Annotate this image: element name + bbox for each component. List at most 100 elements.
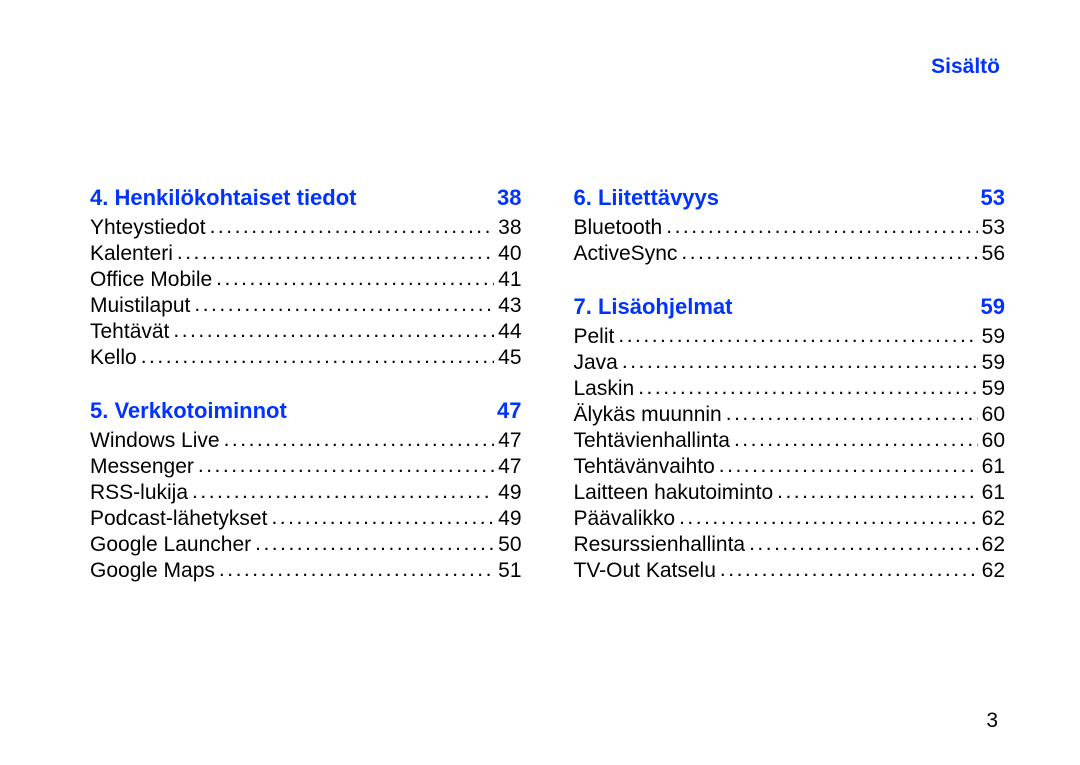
toc-section-page: 47 — [497, 398, 521, 424]
toc-leader-dots — [219, 559, 494, 580]
toc-entry[interactable]: RSS-lukija 49 — [90, 482, 522, 503]
toc-entry-page: 61 — [982, 482, 1005, 503]
toc-entry-page: 62 — [982, 534, 1005, 555]
toc-entry[interactable]: TV-Out Katselu 62 — [574, 560, 1006, 581]
toc-entry-page: 59 — [982, 378, 1005, 399]
toc-entry-page: 51 — [498, 560, 521, 581]
toc-entry-label: Älykäs muunnin — [574, 404, 722, 425]
toc-leader-dots — [622, 351, 978, 372]
toc-entry-page: 40 — [498, 243, 521, 264]
toc-section[interactable]: 7. Lisäohjelmat 59 — [574, 294, 1006, 320]
toc-leader-dots — [679, 507, 978, 528]
toc-entry-label: Google Launcher — [90, 534, 251, 555]
toc-section-page: 38 — [497, 185, 521, 211]
toc-entry[interactable]: Laskin59 — [574, 378, 1006, 399]
toc-leader-dots — [618, 325, 977, 346]
toc-entry[interactable]: Tehtävienhallinta 60 — [574, 430, 1006, 451]
toc-leader-dots — [192, 481, 494, 502]
toc-leader-dots — [726, 403, 978, 424]
toc-entry-page: 44 — [498, 321, 521, 342]
toc-entry-label: Bluetooth — [574, 217, 663, 238]
page-number: 3 — [986, 709, 998, 733]
toc-entry[interactable]: ActiveSync 56 — [574, 243, 1006, 264]
toc-entry-label: Tehtävät — [90, 321, 169, 342]
toc-entry[interactable]: Kalenteri 40 — [90, 243, 522, 264]
toc-entry-label: Resurssienhallinta — [574, 534, 746, 555]
toc-entry[interactable]: Päävalikko 62 — [574, 508, 1006, 529]
toc-section-page: 59 — [981, 294, 1005, 320]
toc-section-label: 7. Lisäohjelmat — [574, 294, 733, 320]
toc-entry[interactable]: Windows Live 47 — [90, 430, 522, 451]
toc-entry-page: 47 — [498, 456, 521, 477]
toc-entry[interactable]: Muistilaput43 — [90, 295, 522, 316]
toc-entry-page: 62 — [982, 508, 1005, 529]
toc-section-page: 53 — [981, 185, 1005, 211]
toc-entry-label: Kello — [90, 347, 137, 368]
running-head: Sisältö — [931, 55, 1000, 79]
toc-leader-dots — [666, 216, 977, 237]
toc-entry-page: 60 — [982, 430, 1005, 451]
toc-entry-label: Google Maps — [90, 560, 215, 581]
toc-entry-label: Laitteen hakutoiminto — [574, 482, 774, 503]
toc-entry-label: ActiveSync — [574, 243, 678, 264]
toc-leader-dots — [177, 242, 494, 263]
toc-leader-dots — [255, 533, 494, 554]
toc-entry[interactable]: Office Mobile 41 — [90, 269, 522, 290]
toc-entry[interactable]: Tehtävät 44 — [90, 321, 522, 342]
toc-entry-page: 41 — [498, 269, 521, 290]
toc-section[interactable]: 6. Liitettävyys 53 — [574, 185, 1006, 211]
toc-column-right: 6. Liitettävyys 53 Bluetooth53 ActiveSync 56… — [574, 183, 1006, 586]
toc-entry[interactable]: Tehtävänvaihto 61 — [574, 456, 1006, 477]
toc-entry-page: 49 — [498, 508, 521, 529]
toc-entry[interactable]: Podcast-lähetykset49 — [90, 508, 522, 529]
toc-entry[interactable]: Älykäs muunnin 60 — [574, 404, 1006, 425]
toc-entry-page: 49 — [498, 482, 521, 503]
toc-columns: 4. Henkilökohtaiset tiedot38Yhteystiedot… — [90, 183, 1005, 586]
toc-leader-dots — [681, 242, 977, 263]
toc-leader-dots — [210, 216, 495, 237]
toc-entry-label: TV-Out Katselu — [574, 560, 716, 581]
toc-leader-dots — [271, 507, 494, 528]
toc-entry[interactable]: Java 59 — [574, 352, 1006, 373]
toc-entry-page: 59 — [982, 326, 1005, 347]
toc-entry-page: 47 — [498, 430, 521, 451]
toc-entry[interactable]: Google Launcher50 — [90, 534, 522, 555]
toc-leader-dots — [216, 268, 494, 289]
toc-entry-label: RSS-lukija — [90, 482, 188, 503]
toc-entry-page: 45 — [498, 347, 521, 368]
toc-entry-label: Java — [574, 352, 618, 373]
toc-column-left: 4. Henkilökohtaiset tiedot38Yhteystiedot… — [90, 183, 522, 586]
toc-leader-dots — [777, 481, 978, 502]
toc-entry-label: Pelit — [574, 326, 615, 347]
toc-entry-page: 59 — [982, 352, 1005, 373]
toc-entry-page: 62 — [982, 560, 1005, 581]
toc-entry-label: Tehtävienhallinta — [574, 430, 730, 451]
toc-entry[interactable]: Bluetooth53 — [574, 217, 1006, 238]
toc-entry-label: Päävalikko — [574, 508, 676, 529]
toc-entry-page: 38 — [498, 217, 521, 238]
toc-entry-label: Yhteystiedot — [90, 217, 206, 238]
toc-entry-page: 60 — [982, 404, 1005, 425]
toc-entry[interactable]: Laitteen hakutoiminto 61 — [574, 482, 1006, 503]
toc-entry[interactable]: Messenger47 — [90, 456, 522, 477]
toc-entry-page: 61 — [982, 456, 1005, 477]
toc-entry-label: Windows Live — [90, 430, 220, 451]
toc-entry-label: Muistilaput — [90, 295, 190, 316]
toc-entry[interactable]: Resurssienhallinta 62 — [574, 534, 1006, 555]
toc-entry[interactable]: Yhteystiedot 38 — [90, 217, 522, 238]
toc-entry[interactable]: Google Maps 51 — [90, 560, 522, 581]
toc-page: Sisältö 4. Henkilökohtaiset tiedot38Yhte… — [0, 0, 1080, 765]
toc-entry-label: Kalenteri — [90, 243, 173, 264]
toc-entry-label: Office Mobile — [90, 269, 212, 290]
toc-section[interactable]: 4. Henkilökohtaiset tiedot 38 — [90, 185, 522, 211]
toc-entry-label: Tehtävänvaihto — [574, 456, 715, 477]
toc-entry[interactable]: Pelit 59 — [574, 326, 1006, 347]
toc-section[interactable]: 5. Verkkotoiminnot47 — [90, 398, 522, 424]
toc-leader-dots — [224, 429, 495, 450]
toc-entry[interactable]: Kello 45 — [90, 347, 522, 368]
toc-leader-dots — [173, 320, 494, 341]
toc-section-label: 6. Liitettävyys — [574, 185, 720, 211]
toc-entry-page: 56 — [982, 243, 1005, 264]
toc-leader-dots — [719, 455, 978, 476]
toc-section-label: 4. Henkilökohtaiset tiedot — [90, 185, 357, 211]
